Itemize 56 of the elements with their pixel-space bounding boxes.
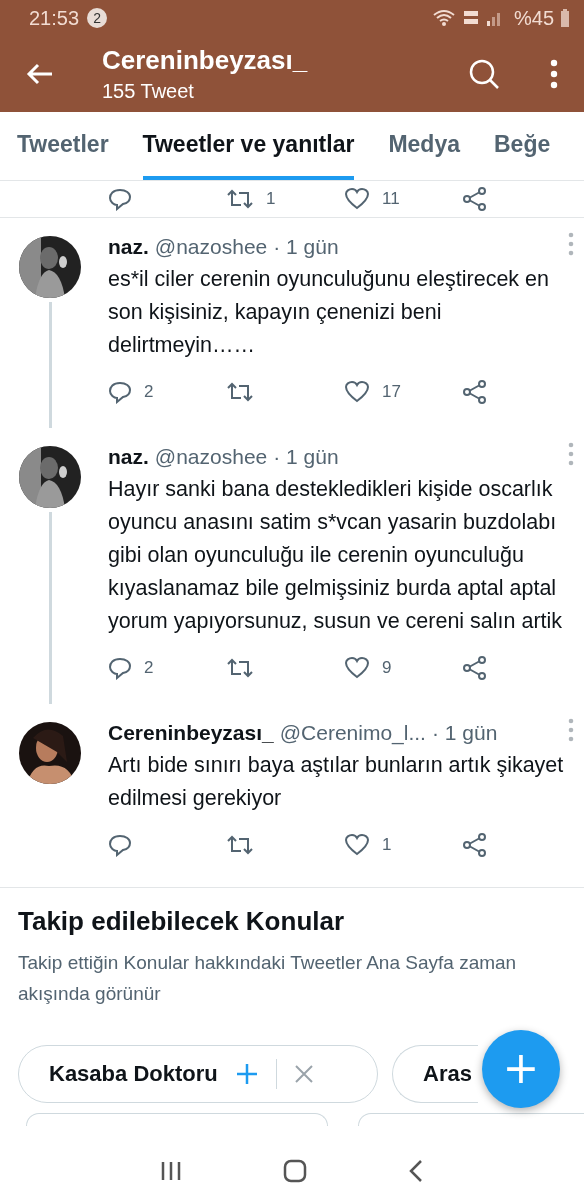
tweet-text: Artı bide sınırı baya aştılar bunların artık şikayet edilmesi gerekiyor <box>108 752 565 812</box>
reply-icon[interactable] <box>108 380 132 404</box>
more-options-icon[interactable] <box>550 59 558 89</box>
share-icon[interactable] <box>462 379 488 405</box>
action-count: 1 <box>266 189 276 209</box>
plus-icon[interactable] <box>235 1063 258 1085</box>
battery-icon <box>560 8 570 28</box>
heart-icon[interactable] <box>344 380 370 404</box>
author-handle[interactable]: @Cerenimo_l... <box>279 721 426 745</box>
back-arrow-icon[interactable] <box>26 62 54 86</box>
profile-name-title: Cereninbeyzası_ <box>102 45 309 76</box>
tweet-time: · 1 gün <box>431 721 498 745</box>
author-name[interactable]: Cereninbeyzası_ <box>108 721 274 745</box>
tweet-time: · 1 gün <box>273 445 339 469</box>
author-handle[interactable]: @nazoshee <box>154 445 268 469</box>
section-title: Takip edilebilecek Konular <box>18 906 346 937</box>
status-time: 21:53 <box>29 6 80 30</box>
share-icon[interactable] <box>462 832 488 858</box>
search-icon[interactable] <box>468 58 500 90</box>
action-count: 2 <box>144 382 154 402</box>
profile-tab[interactable]: Medya <box>388 112 460 180</box>
action-count: 2 <box>144 658 154 678</box>
back-icon[interactable] <box>407 1159 424 1183</box>
author-name[interactable]: naz. <box>108 235 149 259</box>
notification-badge: 2 <box>87 8 108 28</box>
profile-tab[interactable]: Beğe <box>494 112 551 180</box>
section-description: Takip ettiğin Konular hakkındaki Tweetler Ana Sayfa zaman akışında görünür <box>18 951 518 1006</box>
retweet-icon[interactable] <box>226 656 254 680</box>
heart-icon[interactable] <box>344 833 370 857</box>
profile-tab[interactable]: Tweetler ve yanıtlar <box>142 112 355 180</box>
retweet-icon[interactable] <box>226 187 254 211</box>
action-count: 9 <box>382 658 392 678</box>
action-count: 17 <box>382 382 401 402</box>
action-count: 11 <box>382 189 400 209</box>
retweet-icon[interactable] <box>226 833 254 857</box>
retweet-icon[interactable] <box>226 380 254 404</box>
author-handle[interactable]: @nazoshee <box>154 235 268 259</box>
heart-icon[interactable] <box>344 656 370 680</box>
tweet-text: es*il ciler cerenin oyunculuğunu eleştirecek en son kişisiniz, kapayın çenenizi beni delirtmeyin…… <box>108 266 550 359</box>
profile-tab[interactable]: Tweetler <box>17 112 109 180</box>
heart-icon[interactable] <box>344 187 370 211</box>
recent-apps-icon[interactable] <box>160 1160 183 1182</box>
reply-icon[interactable] <box>108 833 132 857</box>
close-icon[interactable] <box>294 1065 313 1083</box>
share-icon[interactable] <box>462 186 488 212</box>
tweet-time: · 1 gün <box>273 235 339 259</box>
battery-level: %45 <box>513 6 554 30</box>
reply-icon[interactable] <box>108 656 132 680</box>
action-count: 1 <box>382 835 392 855</box>
home-icon[interactable] <box>283 1159 307 1183</box>
wifi-icon <box>431 8 456 28</box>
reply-icon[interactable] <box>108 187 132 211</box>
tweet-text: Hayır sanki bana destekledikleri kişide oscarlık oyuncu anasını satim s*vcan yasarin buzdolabı gibi olan oyunculuğu ile cerenin oyunculuğu kıyaslanamaz bile gelmişsiniz burda aptal aptal yorum yapıyorsunuz, susun ve cereni salın artik <box>108 476 564 635</box>
tweet-count: 155 Tweet <box>102 80 195 103</box>
author-name[interactable]: naz. <box>108 445 149 469</box>
share-icon[interactable] <box>462 655 488 681</box>
